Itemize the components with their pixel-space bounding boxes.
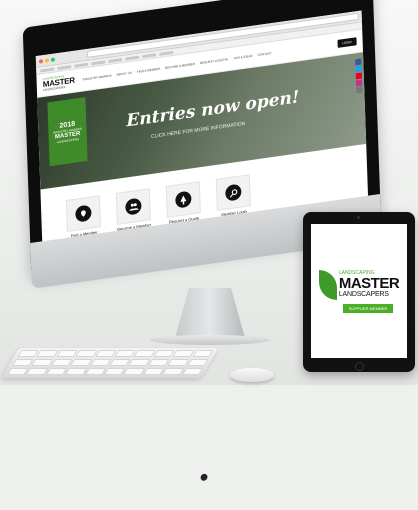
- tablet-home-button[interactable]: [355, 362, 364, 371]
- maximize-window-button[interactable]: [50, 56, 55, 62]
- key: [181, 368, 204, 375]
- key: [109, 359, 131, 366]
- key: [56, 350, 78, 357]
- tablet-logo-text: LANDSCAPING MASTER LANDSCAPERS: [338, 271, 400, 299]
- key: [31, 359, 54, 366]
- key: [89, 359, 112, 366]
- nav-item-contact[interactable]: CONTACT: [258, 51, 272, 57]
- key: [123, 368, 145, 375]
- tablet-camera: [357, 216, 360, 219]
- tile-box: [115, 188, 151, 225]
- key-row: [8, 357, 213, 366]
- key: [17, 350, 39, 357]
- product-mockup-scene: LANDSCAPING MASTER LANDSCAPERS INDUSTRY …: [0, 0, 418, 486]
- key-row: [3, 366, 208, 375]
- tablet-logo-line-2: MASTER: [338, 275, 400, 292]
- site-logo[interactable]: LANDSCAPING MASTER LANDSCAPERS: [43, 74, 75, 92]
- tablet: LANDSCAPING MASTER LANDSCAPERS SUPPLIER …: [303, 212, 415, 372]
- key: [26, 368, 48, 375]
- key: [45, 368, 68, 375]
- nav-item-about[interactable]: ABOUT US: [116, 71, 131, 77]
- leaf-icon: [318, 269, 337, 300]
- key: [186, 359, 209, 366]
- key: [104, 368, 126, 375]
- tablet-logo-line-3: LANDSCAPERS: [338, 291, 389, 298]
- key: [114, 350, 136, 357]
- apple-logo-icon: ●: [198, 468, 210, 487]
- supplier-badge: SUPPLIER MEMBER: [342, 303, 394, 313]
- nav-item-awards[interactable]: INDUSTRY AWARDS: [83, 74, 112, 82]
- nav-item-find[interactable]: FIND A MEMBER: [137, 67, 161, 74]
- key: [7, 368, 29, 375]
- location-icon: [75, 204, 92, 223]
- key: [12, 359, 34, 366]
- minimize-window-button[interactable]: [44, 57, 49, 63]
- key: [65, 368, 87, 375]
- pinterest-icon[interactable]: [355, 72, 362, 80]
- tile-box: [65, 195, 101, 232]
- nav-item-quote[interactable]: REQUEST A QUOTE: [200, 57, 229, 65]
- key: [153, 350, 175, 357]
- key: [167, 359, 189, 366]
- key: [70, 359, 92, 366]
- key: [172, 350, 195, 357]
- bookmark-item[interactable]: [159, 50, 174, 56]
- key: [148, 359, 170, 366]
- key: [142, 368, 165, 375]
- bookmark-item[interactable]: [40, 67, 55, 72]
- tile-box: [165, 181, 201, 218]
- bookmark-item[interactable]: [91, 59, 106, 65]
- bookmark-item[interactable]: [125, 55, 140, 61]
- mouse: [230, 368, 274, 382]
- monitor-stand: [175, 288, 245, 338]
- bookmark-item[interactable]: [74, 62, 89, 68]
- tile-box: [215, 174, 251, 211]
- login-button[interactable]: LOGIN: [337, 37, 357, 48]
- key: [75, 350, 98, 357]
- key: [162, 368, 184, 375]
- twitter-icon[interactable]: [355, 65, 362, 73]
- social-bar: [355, 58, 363, 94]
- bookmark-item[interactable]: [108, 57, 123, 63]
- people-icon: [125, 197, 142, 216]
- tablet-logo: LANDSCAPING MASTER LANDSCAPERS: [318, 269, 400, 300]
- close-window-button[interactable]: [38, 58, 43, 64]
- key-row: [13, 348, 218, 357]
- nav-item-become[interactable]: BECOME A MEMBER: [165, 62, 195, 70]
- key: [95, 350, 117, 357]
- tree-icon: [175, 190, 192, 209]
- key: [192, 350, 214, 357]
- monitor-base: [150, 335, 270, 345]
- tablet-screen: LANDSCAPING MASTER LANDSCAPERS SUPPLIER …: [311, 224, 407, 358]
- email-icon[interactable]: [356, 86, 363, 94]
- bookmark-item[interactable]: [142, 52, 157, 58]
- keyboard: [1, 348, 219, 378]
- key: [84, 368, 107, 375]
- nav-item-tips[interactable]: TIPS & IDEAS: [233, 54, 252, 61]
- facebook-icon[interactable]: [355, 58, 362, 66]
- key: [133, 350, 156, 357]
- instagram-icon[interactable]: [355, 79, 363, 87]
- key-icon: [225, 183, 242, 202]
- key: [51, 359, 73, 366]
- award-badge: 2018 INDUSTRY AWARDS MASTER LANDSCAPERS: [47, 97, 88, 167]
- key: [128, 359, 151, 366]
- bookmark-item[interactable]: [57, 64, 72, 70]
- key: [36, 350, 59, 357]
